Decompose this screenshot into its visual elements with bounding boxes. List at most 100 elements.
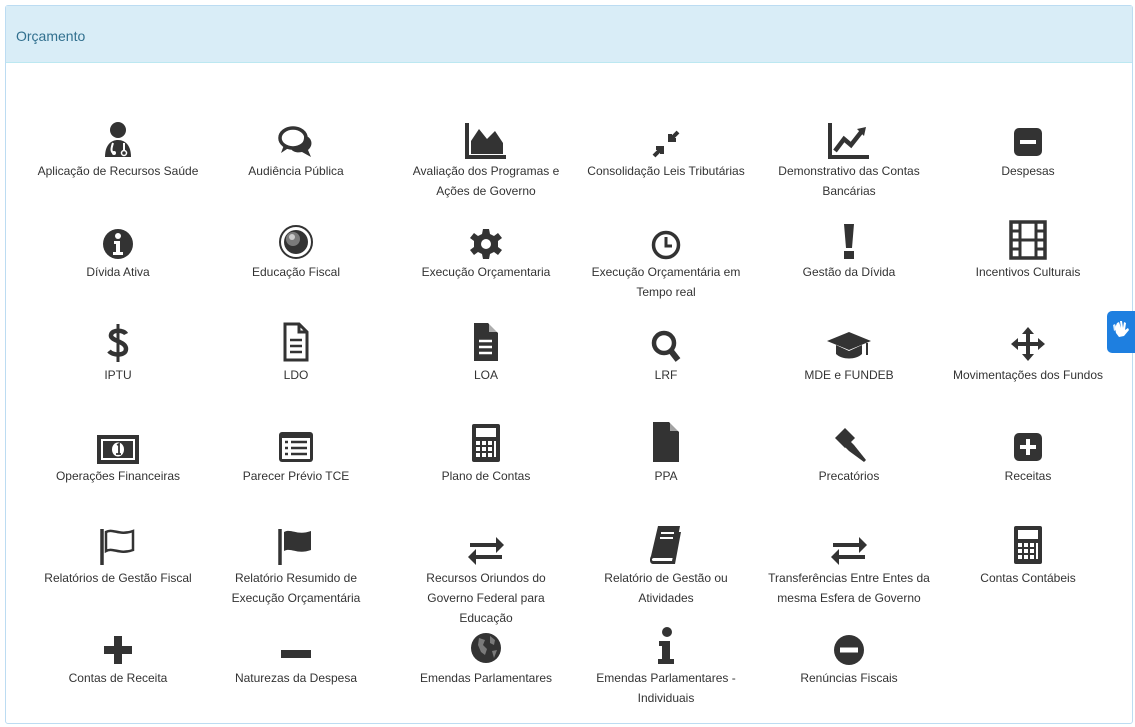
- menu-item[interactable]: LDO: [206, 319, 386, 385]
- plus-icon: [28, 622, 208, 666]
- info-icon: [576, 622, 756, 666]
- file-text-outline-icon: [206, 319, 386, 363]
- menu-item-label: Execução Orçamentaria: [421, 265, 551, 279]
- plus-square-icon: [938, 420, 1118, 464]
- menu-item-label: Relatórios de Gestão Fiscal: [44, 571, 192, 585]
- globe-icon: [396, 622, 576, 666]
- info-circle-icon: [28, 216, 208, 260]
- file-text-icon: [396, 319, 576, 363]
- menu-item[interactable]: Contas de Receita: [28, 622, 208, 688]
- menu-item[interactable]: Aplicação de Recursos Saúde: [28, 115, 208, 181]
- menu-item-label: Audiência Pública: [248, 164, 344, 178]
- menu-item-label: PPA: [654, 469, 678, 483]
- menu-item[interactable]: Avaliação dos Programas e Ações de Gover…: [396, 115, 576, 201]
- menu-item[interactable]: Operações Financeiras: [28, 420, 208, 486]
- menu-item[interactable]: Transferências Entre Entes da mesma Esfe…: [759, 522, 939, 608]
- menu-item[interactable]: Emendas Parlamentares - Individuais: [576, 622, 756, 708]
- menu-item[interactable]: Execução Orçamentária em Tempo real: [576, 216, 756, 302]
- budget-panel: Orçamento Aplicação de Recursos Saúde Aud…: [5, 5, 1133, 724]
- compress-icon: [576, 115, 756, 159]
- menu-item[interactable]: Demonstrativo das Contas Bancárias: [759, 115, 939, 201]
- menu-item[interactable]: Receitas: [938, 420, 1118, 486]
- list-alt-icon: [206, 420, 386, 464]
- exchange-icon: [396, 522, 576, 566]
- panel-title: Orçamento: [6, 6, 1132, 63]
- menu-item[interactable]: Gestão da Dívida: [759, 216, 939, 282]
- menu-item-label: LOA: [473, 368, 498, 382]
- film-icon: [938, 216, 1118, 260]
- menu-item-label: Dívida Ativa: [86, 265, 150, 279]
- search-icon: [576, 319, 756, 363]
- clock-icon: [576, 216, 756, 260]
- minus-icon: [206, 622, 386, 666]
- menu-item[interactable]: IPTU: [28, 319, 208, 385]
- menu-item-label: Avaliação dos Programas e Ações de Gover…: [412, 164, 560, 198]
- gear-icon: [396, 216, 576, 260]
- menu-item[interactable]: PPA: [576, 420, 756, 486]
- eye-ring-icon: [206, 216, 386, 260]
- menu-item-label: Parecer Prévio TCE: [242, 469, 350, 483]
- menu-item[interactable]: Emendas Parlamentares: [396, 622, 576, 688]
- menu-item-label: Renúncias Fiscais: [800, 671, 898, 685]
- menu-item-label: Transferências Entre Entes da mesma Esfe…: [768, 571, 930, 605]
- menu-item-label: Gestão da Dívida: [802, 265, 896, 279]
- menu-item[interactable]: Relatório de Gestão ou Atividades: [576, 522, 756, 608]
- menu-item-label: Operações Financeiras: [55, 469, 181, 483]
- menu-item[interactable]: Renúncias Fiscais: [759, 622, 939, 688]
- menu-item[interactable]: Educação Fiscal: [206, 216, 386, 282]
- menu-item[interactable]: LRF: [576, 319, 756, 385]
- menu-item-label: Execução Orçamentária em Tempo real: [591, 265, 741, 299]
- menu-item[interactable]: Audiência Pública: [206, 115, 386, 181]
- menu-item[interactable]: Naturezas da Despesa: [206, 622, 386, 688]
- menu-item[interactable]: Recursos Oriundos do Governo Federal par…: [396, 522, 576, 628]
- accessibility-button[interactable]: [1107, 311, 1135, 353]
- menu-item[interactable]: Dívida Ativa: [28, 216, 208, 282]
- menu-item[interactable]: Movimentações dos Fundos: [938, 319, 1118, 385]
- menu-item-label: Despesas: [1001, 164, 1055, 178]
- calculator-icon: [938, 522, 1118, 566]
- menu-item-label: LRF: [654, 368, 678, 382]
- exclamation-icon: [759, 216, 939, 260]
- menu-item-label: Relatório Resumido de Execução Orçamentá…: [231, 571, 361, 605]
- menu-item-label: Emendas Parlamentares: [419, 671, 553, 685]
- menu-item[interactable]: Plano de Contas: [396, 420, 576, 486]
- exchange-icon: [759, 522, 939, 566]
- arrows-move-icon: [938, 319, 1118, 363]
- menu-item-label: Contas Contábeis: [980, 571, 1076, 585]
- calculator-icon: [396, 420, 576, 464]
- doctor-icon: [28, 115, 208, 159]
- book-icon: [576, 522, 756, 566]
- menu-item[interactable]: Parecer Prévio TCE: [206, 420, 386, 486]
- menu-item[interactable]: Execução Orçamentaria: [396, 216, 576, 282]
- menu-item[interactable]: Relatório Resumido de Execução Orçamentá…: [206, 522, 386, 608]
- menu-item[interactable]: LOA: [396, 319, 576, 385]
- menu-item[interactable]: Consolidação Leis Tributárias: [576, 115, 756, 181]
- menu-item[interactable]: Incentivos Culturais: [938, 216, 1118, 282]
- menu-item-label: Precatórios: [818, 469, 880, 483]
- graduation-cap-icon: [759, 319, 939, 363]
- dollar-icon: [28, 319, 208, 363]
- menu-item-label: Educação Fiscal: [251, 265, 341, 279]
- menu-item[interactable]: Relatórios de Gestão Fiscal: [28, 522, 208, 588]
- menu-item-label: Receitas: [1004, 469, 1052, 483]
- menu-item[interactable]: Precatórios: [759, 420, 939, 486]
- menu-item-label: Emendas Parlamentares - Individuais: [596, 671, 736, 705]
- minus-circle-icon: [759, 622, 939, 666]
- menu-item-label: Movimentações dos Fundos: [952, 368, 1104, 382]
- flag-icon: [206, 522, 386, 566]
- minus-square-icon: [938, 115, 1118, 159]
- menu-item-label: Naturezas da Despesa: [234, 671, 358, 685]
- menu-item-label: Consolidação Leis Tributárias: [587, 164, 745, 178]
- menu-item-label: Contas de Receita: [68, 671, 168, 685]
- menu-item-label: MDE e FUNDEB: [804, 368, 894, 382]
- menu-item-label: IPTU: [104, 368, 132, 382]
- menu-item-label: Demonstrativo das Contas Bancárias: [778, 164, 920, 198]
- gavel-icon: [759, 420, 939, 464]
- menu-item-label: LDO: [283, 368, 309, 382]
- file-icon: [576, 420, 756, 464]
- menu-item[interactable]: Despesas: [938, 115, 1118, 181]
- menu-item-label: Aplicação de Recursos Saúde: [37, 164, 199, 178]
- menu-item[interactable]: MDE e FUNDEB: [759, 319, 939, 385]
- comments-icon: [206, 115, 386, 159]
- menu-item[interactable]: Contas Contábeis: [938, 522, 1118, 588]
